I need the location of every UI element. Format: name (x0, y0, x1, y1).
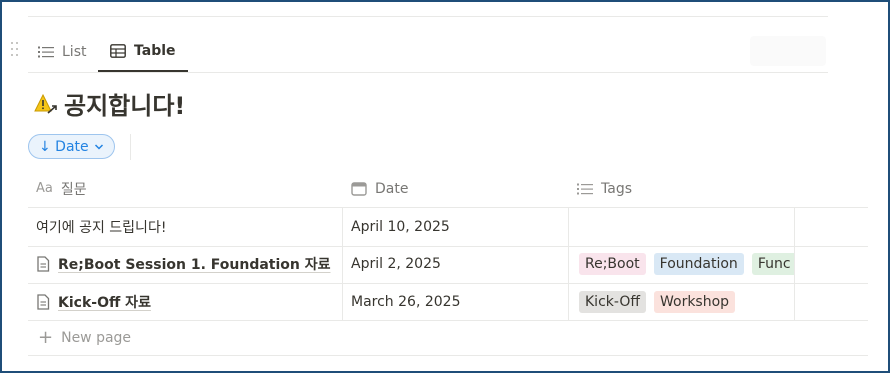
row-title[interactable]: Re;Boot Session 1. Foundation 자료 (58, 254, 331, 274)
row-title[interactable]: 여기에 공지 드립니다! (36, 217, 166, 237)
plus-icon: + (38, 327, 54, 348)
column-header-label: Date (375, 180, 409, 197)
sort-date-button[interactable]: ↓ Date (28, 134, 115, 159)
new-page-label: New page (61, 329, 132, 346)
table-icon (110, 44, 126, 58)
table-header-row: Aa 질문 Date Tags (28, 170, 868, 208)
toolbar-placeholder (750, 36, 826, 66)
tabs-divider (28, 72, 828, 73)
tag-reboot: Re;Boot (579, 253, 646, 275)
row-date-cell[interactable]: April 10, 2025 (343, 208, 569, 246)
row-empty-cell (795, 283, 868, 320)
row-empty-cell (795, 208, 868, 246)
chevron-down-icon (94, 143, 103, 150)
tag-foundation: Foundation (653, 253, 744, 275)
column-header-empty (795, 170, 868, 207)
page-icon (37, 293, 50, 310)
new-page-button[interactable]: + New page (28, 320, 868, 356)
page-title: 공지합니다! (34, 86, 185, 121)
list-property-icon (577, 183, 593, 194)
row-tags-cell[interactable] (569, 208, 795, 246)
filter-divider (130, 134, 131, 160)
table-row[interactable]: Re;Boot Session 1. Foundation 자료 April 2… (28, 245, 868, 284)
warning-icon (34, 93, 57, 114)
table-row[interactable]: Kick-Off 자료 March 26, 2025 Kick-Off Work… (28, 283, 868, 321)
row-title[interactable]: Kick-Off 자료 (58, 292, 151, 312)
tag-kickoff: Kick-Off (579, 290, 646, 313)
row-date-cell[interactable]: April 2, 2025 (343, 245, 569, 283)
column-header-label: Tags (601, 180, 632, 197)
row-tags-cell[interactable]: Re;Boot Foundation Func (569, 245, 795, 283)
row-date: April 2, 2025 (351, 256, 441, 272)
row-tags-cell[interactable]: Kick-Off Workshop (569, 283, 795, 320)
top-divider (28, 16, 828, 17)
row-date-cell[interactable]: March 26, 2025 (343, 283, 569, 320)
list-icon (38, 46, 54, 57)
sort-label: ↓ Date (39, 138, 89, 155)
page-title-text: 공지합니다! (64, 92, 186, 120)
tab-list[interactable]: List (38, 32, 86, 71)
column-header-tags[interactable]: Tags (569, 170, 795, 207)
tab-table-label: Table (134, 43, 176, 59)
row-date: March 26, 2025 (351, 293, 461, 310)
calendar-icon (351, 181, 367, 196)
column-header-question[interactable]: Aa 질문 (28, 170, 343, 207)
row-date: April 10, 2025 (351, 219, 450, 235)
tab-list-label: List (62, 43, 87, 60)
tab-table[interactable]: Table (98, 32, 188, 72)
title-property-icon: Aa (36, 181, 53, 196)
row-empty-cell (795, 245, 868, 283)
row-title-cell[interactable]: Kick-Off 자료 (28, 283, 343, 320)
column-header-label: 질문 (60, 181, 87, 198)
tag-func: Func (751, 253, 794, 275)
row-title-cell[interactable]: Re;Boot Session 1. Foundation 자료 (28, 245, 343, 283)
window-frame: List Table 공지합니다! ↓ Date Aa 질문 Date Tags… (0, 0, 890, 373)
row-title-cell[interactable]: 여기에 공지 드립니다! (28, 208, 343, 246)
table-row[interactable]: 여기에 공지 드립니다! April 10, 2025 (28, 207, 868, 247)
page-icon (37, 256, 50, 272)
tag-workshop: Workshop (653, 290, 736, 313)
column-header-date[interactable]: Date (343, 170, 569, 207)
drag-handle-icon[interactable] (10, 40, 20, 60)
